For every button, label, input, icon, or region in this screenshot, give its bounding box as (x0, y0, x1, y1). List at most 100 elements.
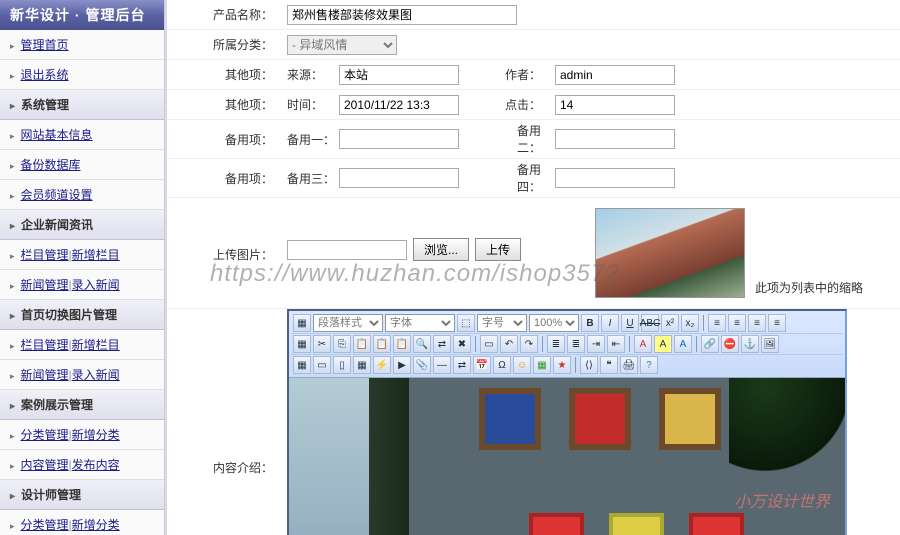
hr-button[interactable]: ― (433, 356, 451, 374)
cut-button[interactable]: ✂ (313, 335, 331, 353)
upload-path-input[interactable] (287, 240, 407, 260)
strike-button[interactable]: ABC (641, 314, 659, 332)
sidebar-link[interactable]: 分类管理 (21, 428, 69, 442)
italic-button[interactable]: I (601, 314, 619, 332)
sidebar-section[interactable]: 案例展示管理 (0, 390, 164, 420)
sidebar-link[interactable]: 新增栏目 (69, 248, 120, 262)
copy-button[interactable]: ⎘ (333, 335, 351, 353)
sidebar-link[interactable]: 发布内容 (69, 458, 120, 472)
align-left-button[interactable]: ≡ (708, 314, 726, 332)
sidebar-link[interactable]: 栏目管理 (21, 338, 69, 352)
media-button[interactable]: ▶ (393, 356, 411, 374)
sidebar-link[interactable]: 栏目管理 (21, 248, 69, 262)
sidebar-item[interactable]: 会员频道设置 (0, 180, 164, 210)
spare2b-input[interactable] (555, 168, 675, 188)
select-all-button[interactable]: ▭ (480, 335, 498, 353)
date-button[interactable]: 📅 (473, 356, 491, 374)
art-button[interactable]: ★ (553, 356, 571, 374)
sidebar-section[interactable]: 设计师管理 (0, 480, 164, 510)
box-button[interactable]: ▭ (313, 356, 331, 374)
ordered-list-button[interactable]: ≣ (547, 335, 565, 353)
file-button[interactable]: 📎 (413, 356, 431, 374)
quote-button[interactable]: ❝ (600, 356, 618, 374)
font-family-select[interactable]: 字体 (385, 314, 455, 332)
anchor-button[interactable]: ⚓ (741, 335, 759, 353)
table-button[interactable]: ▦ (353, 356, 371, 374)
product-name-input[interactable] (287, 5, 517, 25)
find-button[interactable]: 🔍 (413, 335, 431, 353)
paste-text-button[interactable]: 📋 (373, 335, 391, 353)
layer-button[interactable]: ▯ (333, 356, 351, 374)
sidebar-item[interactable]: 网站基本信息 (0, 120, 164, 150)
align-center-button[interactable]: ≡ (728, 314, 746, 332)
sidebar-link[interactable]: 分类管理 (21, 518, 69, 532)
sidebar-item[interactable]: 退出系统 (0, 60, 164, 90)
marquee-button[interactable]: ⇄ (453, 356, 471, 374)
author-input[interactable] (555, 65, 675, 85)
align-right-button[interactable]: ≡ (748, 314, 766, 332)
flash-button[interactable]: ⚡ (373, 356, 391, 374)
help-button[interactable]: ? (640, 356, 658, 374)
indent-button[interactable]: ⇥ (587, 335, 605, 353)
source-input[interactable] (339, 65, 459, 85)
sidebar-item[interactable]: 管理首页 (0, 30, 164, 60)
font-recent-icon[interactable]: ⬚ (457, 314, 475, 332)
category-select[interactable]: - 异域风情 (287, 35, 397, 55)
sidebar-link[interactable]: 录入新闻 (69, 368, 120, 382)
sidebar-section[interactable]: 企业新闻资讯 (0, 210, 164, 240)
spare2a-input[interactable] (339, 168, 459, 188)
sidebar-link[interactable]: 新闻管理 (21, 278, 69, 292)
para-style-select[interactable]: 段落样式 (313, 314, 383, 332)
browse-button[interactable]: 浏览... (413, 238, 469, 261)
toolbar-row2-expand-icon[interactable]: ▦ (293, 335, 311, 353)
sidebar-link[interactable]: 录入新闻 (69, 278, 120, 292)
undo-button[interactable]: ↶ (500, 335, 518, 353)
emoji-button[interactable]: ☺ (513, 356, 531, 374)
unlink-button[interactable]: ⛔ (721, 335, 739, 353)
bold-button[interactable]: B (581, 314, 599, 332)
special-char-button[interactable]: Ω (493, 356, 511, 374)
hits-input[interactable] (555, 95, 675, 115)
sidebar-link[interactable]: 内容管理 (21, 458, 69, 472)
super-button[interactable]: x² (661, 314, 679, 332)
time-input[interactable] (339, 95, 459, 115)
sidebar-section[interactable]: 首页切换图片管理 (0, 300, 164, 330)
bg-color-button[interactable]: A (654, 335, 672, 353)
link-button[interactable]: 🔗 (701, 335, 719, 353)
print-button[interactable]: 🖨 (620, 356, 638, 374)
toolbar-expand-icon[interactable]: ▦ (293, 314, 311, 332)
sidebar-link[interactable]: 网站基本信息 (21, 128, 93, 142)
back-color-button[interactable]: A (674, 335, 692, 353)
upload-button[interactable]: 上传 (475, 238, 521, 261)
excel-button[interactable]: ▦ (533, 356, 551, 374)
underline-button[interactable]: U (621, 314, 639, 332)
delete-button[interactable]: ✖ (453, 335, 471, 353)
editor-canvas[interactable]: 小万设计世界 (289, 378, 845, 535)
image-button[interactable]: 🖼 (761, 335, 779, 353)
redo-button[interactable]: ↷ (520, 335, 538, 353)
zoom-select[interactable]: 100% (529, 314, 579, 332)
sidebar-link[interactable]: 新增栏目 (69, 338, 120, 352)
paste-word-button[interactable]: 📋 (393, 335, 411, 353)
toolbar-row3-expand-icon[interactable]: ▦ (293, 356, 311, 374)
font-size-select[interactable]: 字号 (477, 314, 527, 332)
sidebar-link[interactable]: 会员频道设置 (21, 188, 93, 202)
align-justify-button[interactable]: ≡ (768, 314, 786, 332)
sidebar-link[interactable]: 备份数据库 (21, 158, 81, 172)
font-color-button[interactable]: A (634, 335, 652, 353)
outdent-button[interactable]: ⇤ (607, 335, 625, 353)
replace-button[interactable]: ⇄ (433, 335, 451, 353)
spare1b-input[interactable] (555, 129, 675, 149)
sidebar-link[interactable]: 新增分类 (69, 518, 120, 532)
sidebar-link[interactable]: 管理首页 (21, 38, 69, 52)
sidebar-section[interactable]: 系统管理 (0, 90, 164, 120)
unordered-list-button[interactable]: ≣ (567, 335, 585, 353)
sidebar-link[interactable]: 退出系统 (21, 68, 69, 82)
sidebar-link[interactable]: 新闻管理 (21, 368, 69, 382)
sidebar-link[interactable]: 新增分类 (69, 428, 120, 442)
spare1a-input[interactable] (339, 129, 459, 149)
code-button[interactable]: ⟨⟩ (580, 356, 598, 374)
sub-button[interactable]: x₂ (681, 314, 699, 332)
paste-button[interactable]: 📋 (353, 335, 371, 353)
sidebar-item[interactable]: 备份数据库 (0, 150, 164, 180)
